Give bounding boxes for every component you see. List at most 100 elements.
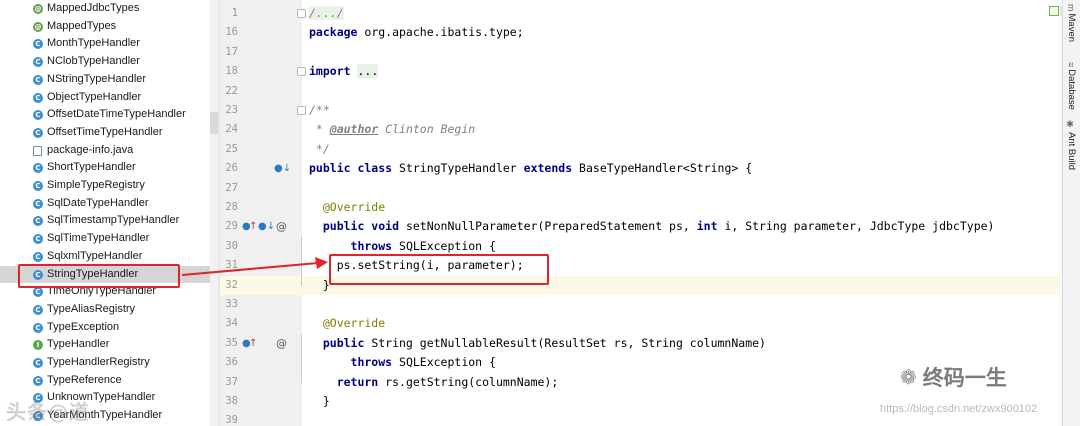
tree-item-label: package-info.java xyxy=(47,143,134,156)
code-token: */ xyxy=(309,141,330,156)
code-line[interactable]: 26 public class StringTypeHandler extends… xyxy=(220,159,1060,178)
code-text: throws SQLException { xyxy=(309,239,496,253)
code-line[interactable]: 33 xyxy=(220,295,1060,314)
code-token: i, String parameter, JdbcType jdbcType) xyxy=(717,219,995,234)
code-token: @Override xyxy=(309,316,386,331)
code-token: int xyxy=(696,219,718,234)
tool-tab-maven[interactable]: mMaven xyxy=(1066,4,1077,42)
code-line[interactable]: 24 * @author Clinton Begin xyxy=(220,120,1060,139)
class-icon: C xyxy=(33,234,43,245)
code-token: /** xyxy=(309,103,330,117)
line-number: 17 xyxy=(225,45,238,58)
project-tree-scrollbar[interactable] xyxy=(210,0,218,426)
tree-item[interactable]: C NStringTypeHandler xyxy=(0,71,210,89)
tool-tab-label: Maven xyxy=(1066,13,1077,43)
implemented-by-icon[interactable]: ●↓ xyxy=(274,163,291,175)
code-token: /.../ xyxy=(309,6,344,20)
line-number: 27 xyxy=(225,181,238,194)
tree-item[interactable]: C SimpleTypeRegistry xyxy=(0,177,210,195)
line-number: 29 xyxy=(225,220,238,233)
code-token: throws xyxy=(309,355,393,370)
code-line[interactable]: 28 @Override xyxy=(220,198,1060,217)
tree-item[interactable]: C SqlxmlTypeHandler xyxy=(0,248,210,266)
code-text: package org.apache.ibatis.type; xyxy=(309,25,524,39)
code-token: rs.getString(columnName); xyxy=(378,374,559,389)
annotation-gutter-icon[interactable]: @ xyxy=(276,337,287,350)
code-token: public class xyxy=(309,161,393,176)
tree-item[interactable]: package-info.java xyxy=(0,142,210,160)
project-tree: @ MappedJdbcTypes @ MappedTypes C MonthTypeHa… xyxy=(0,0,210,426)
tool-tab-database[interactable]: ≡Database xyxy=(1066,62,1077,110)
tree-item[interactable]: C SqlTimeTypeHandler xyxy=(0,230,210,248)
tree-item-label: SqlxmlTypeHandler xyxy=(47,249,143,262)
watermark-url: https://blog.csdn.net/zwx900102 xyxy=(880,403,1038,415)
ant-icon: ✱ xyxy=(1066,120,1076,130)
tree-item[interactable]: @ MappedJdbcTypes xyxy=(0,0,210,18)
tree-item-label: TypeAliasRegistry xyxy=(47,302,136,315)
code-token: org.apache.ibatis.type; xyxy=(357,25,524,40)
code-line[interactable]: 22 xyxy=(220,82,1060,101)
line-number: 34 xyxy=(225,317,238,330)
tree-item[interactable]: C OffsetDateTimeTypeHandler xyxy=(0,106,210,124)
overrides-method-icon[interactable]: ↑ xyxy=(249,338,257,350)
overrides-method-icon[interactable]: ↑ xyxy=(249,221,257,233)
scrollbar-thumb[interactable] xyxy=(210,112,218,134)
code-line[interactable]: 27 xyxy=(220,179,1060,198)
implemented-by-icon[interactable]: ●↓ xyxy=(258,221,275,233)
tree-item-label: TypeHandler xyxy=(47,338,110,351)
code-token: SQLException { xyxy=(392,238,496,253)
tree-item-label: NStringTypeHandler xyxy=(47,72,147,85)
inspection-status-icon[interactable] xyxy=(1049,6,1059,16)
fold-toggle-icon[interactable] xyxy=(297,9,306,18)
tree-item[interactable]: C NClobTypeHandler xyxy=(0,53,210,71)
class-icon: C xyxy=(33,39,43,50)
code-token: import xyxy=(309,64,351,79)
code-line[interactable]: 18 import ... xyxy=(220,62,1060,81)
tree-item[interactable]: C SqlDateTypeHandler xyxy=(0,195,210,213)
tree-item[interactable]: C ObjectTypeHandler xyxy=(0,89,210,107)
tree-item[interactable]: C ShortTypeHandler xyxy=(0,159,210,177)
maven-icon: m xyxy=(1066,4,1076,12)
annotation-gutter-icon[interactable]: @ xyxy=(276,221,287,233)
tree-item-label: MonthTypeHandler xyxy=(47,37,140,50)
tool-tab-label: Ant Build xyxy=(1066,132,1077,171)
tree-item[interactable]: I TypeHandler xyxy=(0,336,210,354)
class-icon: C xyxy=(33,304,43,315)
line-number: 38 xyxy=(225,395,238,407)
tree-item[interactable]: C TypeAliasRegistry xyxy=(0,301,210,319)
tree-item[interactable]: @ MappedTypes xyxy=(0,18,210,36)
tree-item[interactable]: C OffsetTimeTypeHandler xyxy=(0,124,210,142)
class-icon: C xyxy=(33,358,43,368)
code-token: StringTypeHandler xyxy=(392,161,524,176)
code-line[interactable]: 34 @Override xyxy=(220,314,1060,333)
code-line[interactable]: 29 public void setNonNullParameter(Prepa… xyxy=(220,217,1060,236)
code-text: */ xyxy=(309,142,330,156)
fold-toggle-icon[interactable] xyxy=(297,67,306,77)
tree-item[interactable]: C SqlTimestampTypeHandler xyxy=(0,212,210,230)
line-number: 22 xyxy=(225,84,238,97)
code-text: public void setNonNullParameter(Prepared… xyxy=(309,219,995,234)
class-icon: C xyxy=(33,216,43,227)
code-line[interactable]: 23 /** xyxy=(220,101,1060,120)
tree-item[interactable]: C TypeHandlerRegistry xyxy=(0,354,210,372)
code-line[interactable]: 35 public String getNullableResult(Resul… xyxy=(220,334,1060,353)
class-icon: C xyxy=(33,181,43,191)
tree-item-label: MappedJdbcTypes xyxy=(47,2,140,14)
tree-item[interactable]: C MonthTypeHandler xyxy=(0,35,210,53)
tree-item[interactable]: C TypeReference xyxy=(0,372,210,390)
interface-icon: I xyxy=(33,340,43,351)
tool-tab-ant-build[interactable]: ✱ Ant Build xyxy=(1066,120,1077,170)
fold-toggle-icon[interactable] xyxy=(297,106,306,115)
class-icon: C xyxy=(33,375,43,386)
code-line[interactable]: 17 xyxy=(220,43,1060,62)
line-number: 18 xyxy=(225,65,238,78)
tree-item-label: SqlDateTypeHandler xyxy=(47,196,149,209)
code-line[interactable]: 16 package org.apache.ibatis.type; xyxy=(220,23,1060,42)
line-number: 35 xyxy=(225,336,238,349)
class-icon: C xyxy=(33,74,43,85)
tree-item[interactable]: C TypeException xyxy=(0,319,210,337)
code-token: throws xyxy=(309,238,393,253)
code-line[interactable]: 1 /.../ xyxy=(220,4,1060,23)
code-token: * xyxy=(309,122,330,137)
code-line[interactable]: 25 */ xyxy=(220,140,1060,159)
